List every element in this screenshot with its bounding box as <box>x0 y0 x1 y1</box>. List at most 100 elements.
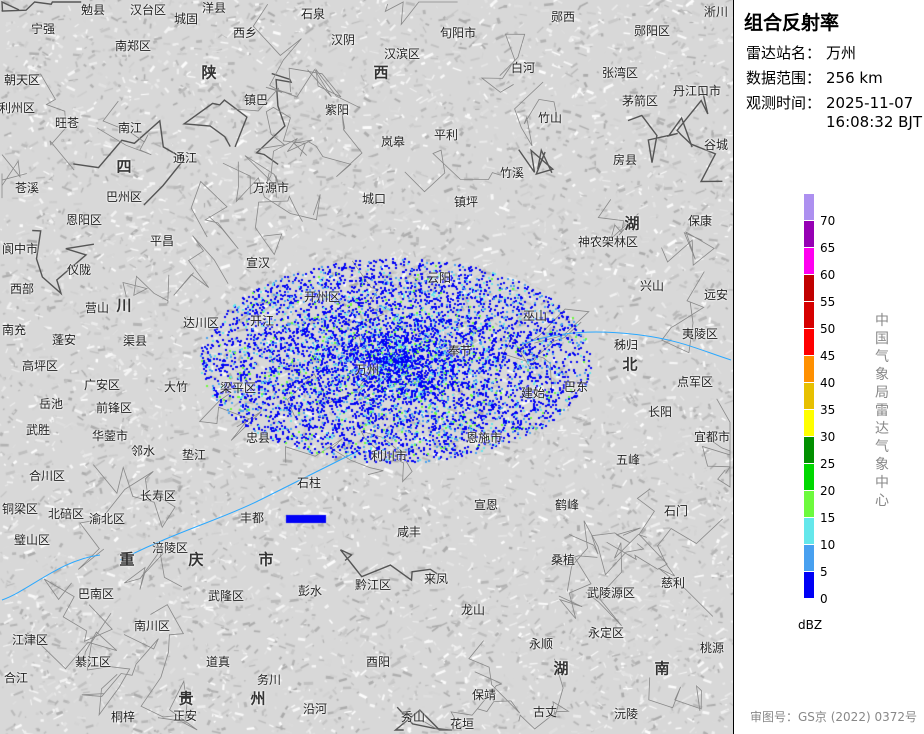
place-label: 北 <box>622 355 638 374</box>
place-label: 巴东 <box>563 380 589 394</box>
place-label: 万源市 <box>252 181 290 195</box>
place-label: 石门 <box>663 504 689 518</box>
legend-tick: 25 <box>820 457 836 471</box>
place-label: 旺苍 <box>54 116 80 130</box>
legend-swatch <box>804 356 814 382</box>
place-label: 恩阳区 <box>65 213 103 227</box>
place-label: 武胜 <box>25 423 51 437</box>
place-label: 花垣 <box>449 717 475 731</box>
place-label: 保靖 <box>471 688 497 702</box>
place-label: 长阳 <box>647 405 673 419</box>
place-label: 宣汉 <box>245 256 271 270</box>
legend-swatch <box>804 437 814 463</box>
place-label: 陕 <box>201 63 217 82</box>
place-label: 务川 <box>256 673 282 687</box>
place-label: 达川区 <box>182 316 220 330</box>
station-row: 雷达站名： 万州 <box>746 42 856 63</box>
place-label: 城口 <box>361 192 387 206</box>
place-label: 渝北区 <box>88 512 126 526</box>
place-label: 永顺 <box>528 637 554 651</box>
place-label: 高坪区 <box>21 359 59 373</box>
place-label: 巫山 <box>522 309 548 323</box>
legend-swatch <box>804 572 814 598</box>
place-label: 宣恩 <box>473 498 499 512</box>
legend-tick: 65 <box>820 241 836 255</box>
place-label: 丰都 <box>239 511 265 525</box>
place-label: 房县 <box>612 153 638 167</box>
legend-swatch <box>804 329 814 355</box>
legend-swatch <box>804 248 814 274</box>
legend-tick: 5 <box>820 565 828 579</box>
place-label: 竹山 <box>537 111 563 125</box>
place-label: 张湾区 <box>601 66 639 80</box>
place-label: 铜梁区 <box>1 502 39 516</box>
place-label: 蓬安 <box>51 333 77 347</box>
place-label: 来凤 <box>423 572 449 586</box>
place-label: 重 <box>119 550 135 569</box>
range-row: 数据范围： 256 km <box>746 67 883 88</box>
place-label: 江津区 <box>11 633 49 647</box>
place-label: 西 <box>373 63 389 82</box>
place-label: 贵 <box>178 689 194 708</box>
place-label: 州 <box>250 689 266 708</box>
place-label: 黔江区 <box>354 578 392 592</box>
legend-tick: 0 <box>820 592 828 606</box>
place-label: 沅陵 <box>613 707 639 721</box>
legend-swatch <box>804 464 814 490</box>
map-review-number: 审图号：GS京 (2022) 0372号 <box>750 710 917 724</box>
place-label: 垫江 <box>181 448 207 462</box>
info-panel: 组合反射率 雷达站名： 万州 数据范围： 256 km 观测时间： 2025-11-0… <box>733 0 924 734</box>
place-label: 郧西 <box>550 10 576 24</box>
place-label: 西部 <box>9 282 35 296</box>
product-title: 组合反射率 <box>744 12 840 34</box>
legend-tick: 55 <box>820 295 836 309</box>
place-label: 慈利 <box>660 576 686 590</box>
place-label: 城固 <box>173 12 199 26</box>
legend-swatch <box>804 410 814 436</box>
place-label: 永定区 <box>587 626 625 640</box>
place-label: 丹江口市 <box>672 84 722 98</box>
place-label: 兴山 <box>639 279 665 293</box>
place-label: 綦江区 <box>74 655 112 669</box>
place-label: 南江 <box>117 121 143 135</box>
place-label: 桐梓 <box>110 710 136 724</box>
place-label: 利州区 <box>0 101 36 115</box>
place-label: 湖 <box>624 214 640 233</box>
time-value: 16:08:32 BJT <box>826 113 923 131</box>
place-label: 汉阴 <box>330 33 356 47</box>
place-label: 淅川 <box>703 5 729 19</box>
place-label: 宁强 <box>30 22 56 36</box>
place-label: 点军区 <box>676 375 714 389</box>
place-label: 岳池 <box>38 397 64 411</box>
legend-unit: dBZ <box>798 618 823 632</box>
legend-tick: 40 <box>820 376 836 390</box>
range-value: 256 km <box>826 69 883 87</box>
place-label: 建始 <box>520 386 546 400</box>
legend-swatch <box>804 302 814 328</box>
place-label: 岚皋 <box>380 135 406 149</box>
place-label: 谷城 <box>703 138 729 152</box>
place-label: 巴州区 <box>105 190 143 204</box>
place-label: 华蓥市 <box>91 429 129 443</box>
place-label: 古丈 <box>532 705 558 719</box>
place-label: 勉县 <box>80 3 106 17</box>
place-label: 桃源 <box>699 641 725 655</box>
place-label: 鹤峰 <box>554 498 580 512</box>
date-value: 2025-11-07 <box>826 94 914 112</box>
place-label: 平利 <box>433 128 459 142</box>
radar-map[interactable]: 勉县 汉台区 城固 洋县 石泉 旬阳市 郧西 淅川 宁强 西乡 汉阴 汉滨区 郧阳区 南郑区陕 西 白河 张湾区… <box>0 0 733 734</box>
legend-tick: 70 <box>820 214 836 228</box>
legend-tick: 35 <box>820 403 836 417</box>
place-label: 石柱 <box>296 476 322 490</box>
place-label: 涪陵区 <box>151 541 189 555</box>
place-label: 桑植 <box>550 553 576 567</box>
legend-tick: 30 <box>820 430 836 444</box>
place-label: 梁平区 <box>219 381 257 395</box>
place-label: 市 <box>258 550 274 569</box>
place-label: 营山 <box>84 301 110 315</box>
place-label: 仪陇 <box>66 263 92 277</box>
legend-swatch <box>804 545 814 571</box>
place-label: 五峰 <box>615 453 641 467</box>
range-label: 数据范围： <box>746 69 822 87</box>
place-label: 武隆区 <box>207 589 245 603</box>
